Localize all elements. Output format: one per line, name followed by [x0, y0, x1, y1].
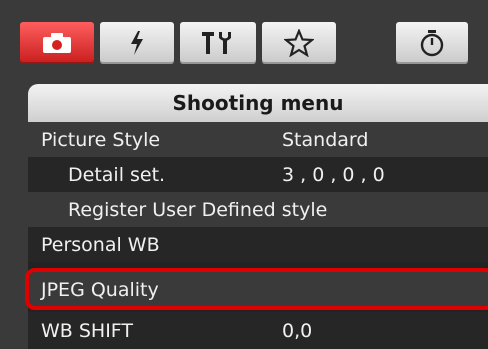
- tools-icon: [201, 30, 235, 56]
- camera-icon: [42, 32, 72, 54]
- tab-tools[interactable]: [180, 22, 256, 64]
- tab-flash[interactable]: [100, 22, 174, 64]
- menu-item-picture-style[interactable]: Picture Style Standard: [28, 122, 488, 157]
- menu-item-value: 3 , 0 , 0 , 0: [282, 163, 385, 186]
- timer-icon: [419, 29, 445, 57]
- menu-item-label: WB SHIFT: [41, 319, 134, 342]
- tab-my-menu[interactable]: [262, 22, 336, 64]
- tab-bar: [20, 22, 488, 64]
- menu-item-label: Register User Defined style: [68, 198, 328, 221]
- menu-item-personal-wb[interactable]: Personal WB: [28, 227, 488, 262]
- camera-menu-window: Shooting menu Picture Style Standard Det…: [0, 0, 488, 349]
- menu-item-detail-set[interactable]: Detail set. 3 , 0 , 0 , 0: [28, 157, 488, 192]
- star-icon: [284, 29, 314, 57]
- flash-icon: [128, 30, 146, 56]
- highlight-outline: [25, 268, 488, 310]
- menu-item-label: Detail set.: [68, 163, 166, 186]
- panel-title-text: Shooting menu: [172, 91, 344, 115]
- tab-shooting[interactable]: [20, 22, 94, 64]
- tab-timer[interactable]: [396, 22, 468, 64]
- menu-item-value: 0,0: [282, 319, 313, 342]
- menu-item-label: Picture Style: [41, 128, 161, 151]
- panel-title: Shooting menu: [28, 84, 488, 122]
- menu-item-wb-shift[interactable]: WB SHIFT 0,0: [28, 312, 488, 349]
- menu-item-register-user-style[interactable]: Register User Defined style: [28, 192, 488, 227]
- menu-item-value: Standard: [282, 128, 369, 151]
- menu-item-label: Personal WB: [41, 233, 160, 256]
